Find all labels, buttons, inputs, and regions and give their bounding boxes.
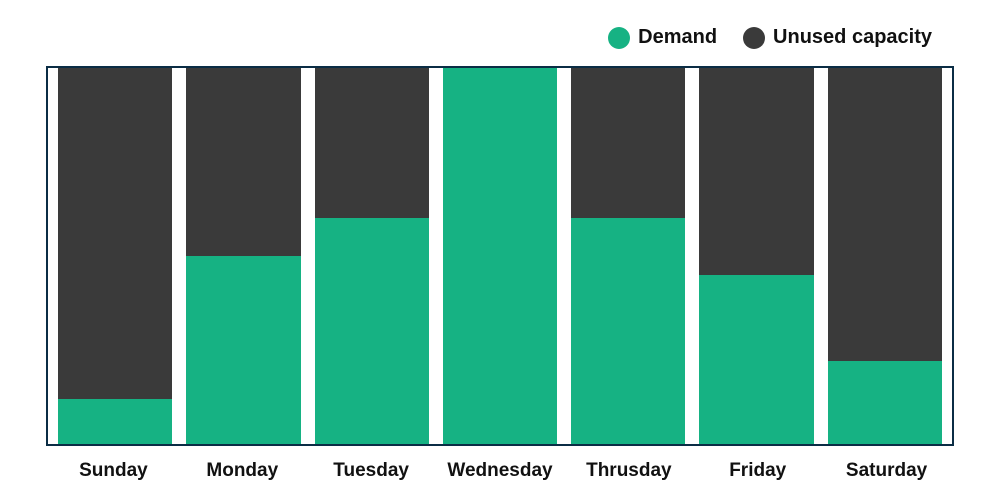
segment-demand xyxy=(828,361,942,444)
legend-label-demand: Demand xyxy=(638,26,717,49)
segment-demand xyxy=(186,256,300,444)
legend-label-unused: Unused capacity xyxy=(773,26,932,49)
segment-demand xyxy=(315,218,429,444)
x-tick-label: Friday xyxy=(700,460,815,482)
x-tick-label: Tuesday xyxy=(314,460,429,482)
segment-unused xyxy=(58,68,172,399)
x-tick-label: Sunday xyxy=(56,460,171,482)
bar-friday xyxy=(699,68,813,444)
segment-demand xyxy=(58,399,172,444)
bar-tuesday xyxy=(315,68,429,444)
bar-saturday xyxy=(828,68,942,444)
bar-thrusday xyxy=(571,68,685,444)
segment-unused xyxy=(699,68,813,275)
bars-container xyxy=(48,68,952,444)
x-axis: Sunday Monday Tuesday Wednesday Thrusday Frid… xyxy=(46,460,954,482)
segment-demand xyxy=(571,218,685,444)
segment-unused xyxy=(315,68,429,218)
segment-unused xyxy=(571,68,685,218)
bar-monday xyxy=(186,68,300,444)
x-tick-label: Saturday xyxy=(829,460,944,482)
x-tick-label: Wednesday xyxy=(443,460,558,482)
legend-item-unused: Unused capacity xyxy=(743,26,932,49)
x-tick-label: Thrusday xyxy=(571,460,686,482)
segment-demand xyxy=(699,275,813,444)
bar-sunday xyxy=(58,68,172,444)
legend: Demand Unused capacity xyxy=(608,26,950,49)
x-tick-label: Monday xyxy=(185,460,300,482)
segment-demand xyxy=(443,68,557,444)
swatch-unused xyxy=(743,27,765,49)
legend-item-demand: Demand xyxy=(608,26,717,49)
swatch-demand xyxy=(608,27,630,49)
plot-frame xyxy=(46,66,954,446)
bar-wednesday xyxy=(443,68,557,444)
segment-unused xyxy=(186,68,300,256)
segment-unused xyxy=(828,68,942,361)
